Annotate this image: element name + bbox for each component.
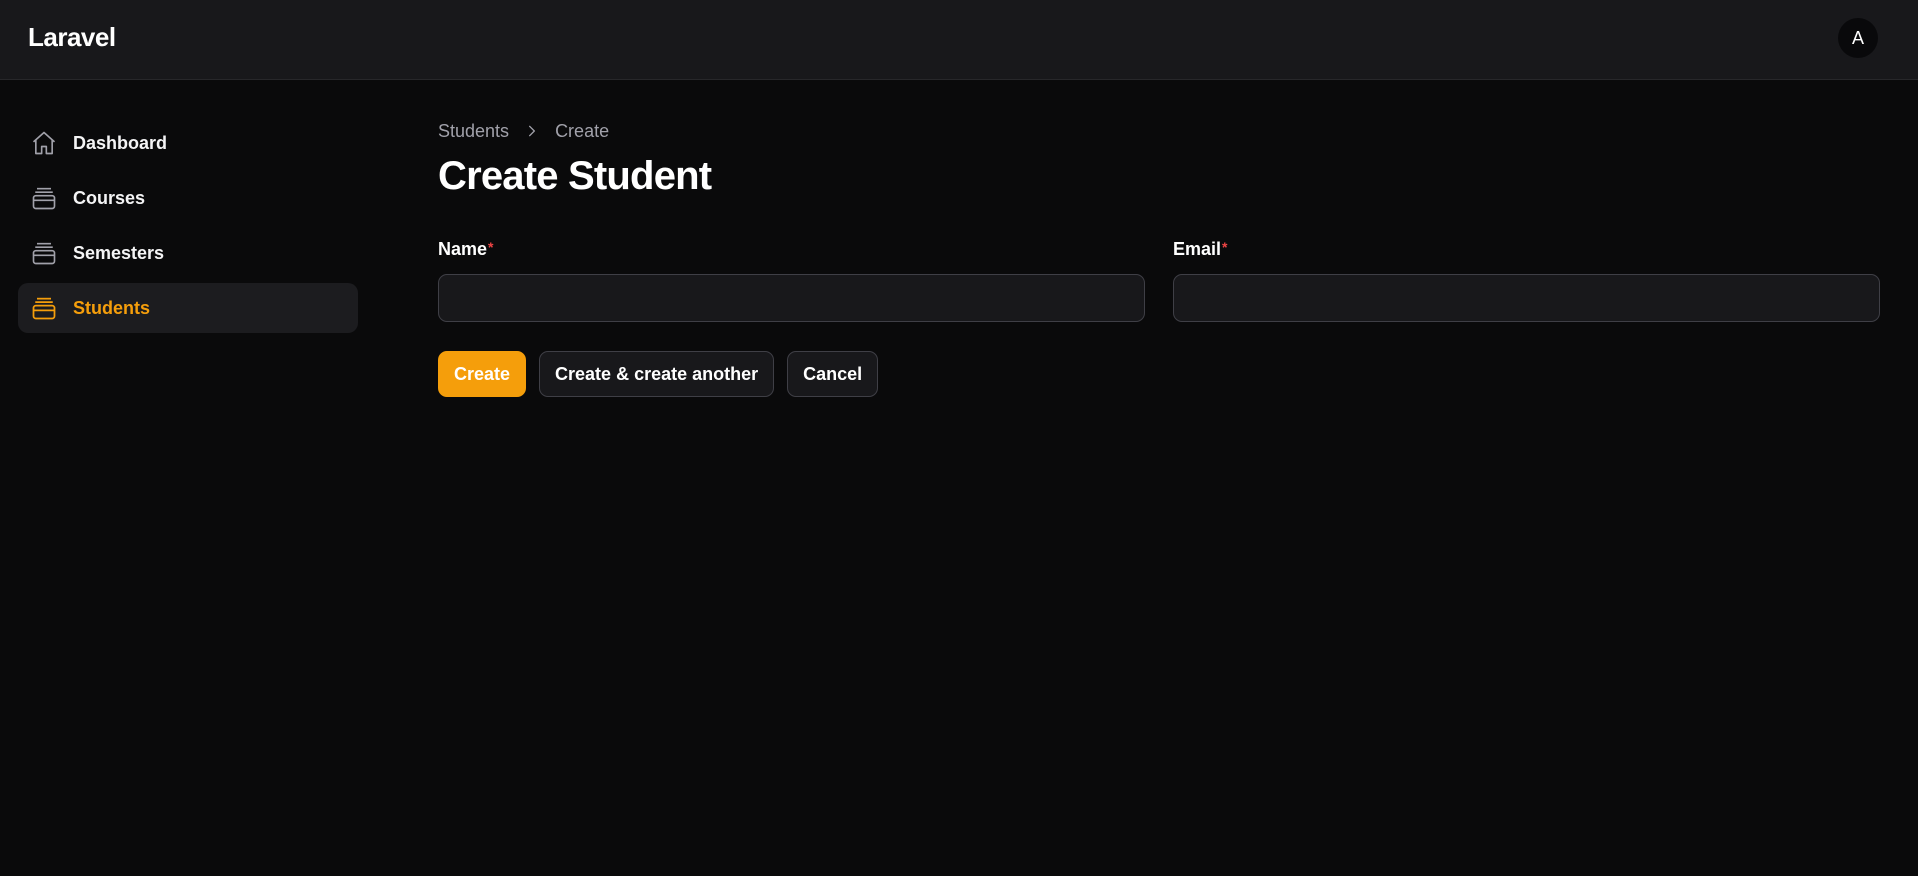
create-button[interactable]: Create bbox=[438, 351, 527, 397]
required-marker: * bbox=[488, 239, 494, 255]
sidebar-item-label: Courses bbox=[73, 187, 146, 208]
create-another-button[interactable]: Create & create another bbox=[539, 351, 775, 397]
sidebar-item-courses[interactable]: Courses bbox=[18, 173, 358, 223]
stack-icon bbox=[30, 239, 58, 267]
create-student-form: Name* Email* bbox=[438, 239, 1880, 322]
name-field-group: Name* bbox=[438, 239, 1145, 322]
name-label-text: Name bbox=[438, 239, 488, 259]
email-input[interactable] bbox=[1173, 274, 1880, 322]
sidebar-item-label: Students bbox=[73, 297, 151, 318]
chevron-right-icon bbox=[525, 124, 539, 138]
breadcrumb: Students Create bbox=[438, 118, 1880, 144]
sidebar-item-label: Semesters bbox=[73, 242, 165, 263]
sidebar-item-label: Dashboard bbox=[73, 132, 168, 153]
email-label-text: Email bbox=[1173, 239, 1222, 259]
breadcrumb-current: Create bbox=[555, 120, 610, 141]
required-marker: * bbox=[1222, 239, 1228, 255]
sidebar-item-students[interactable]: Students bbox=[18, 283, 358, 333]
sidebar-item-dashboard[interactable]: Dashboard bbox=[18, 118, 358, 168]
sidebar-item-semesters[interactable]: Semesters bbox=[18, 228, 358, 278]
name-input[interactable] bbox=[438, 274, 1145, 322]
email-label: Email* bbox=[1173, 239, 1227, 259]
page-title: Create Student bbox=[438, 154, 712, 198]
stack-icon bbox=[30, 184, 58, 212]
breadcrumb-link-students[interactable]: Students bbox=[438, 121, 509, 142]
top-bar: Laravel A bbox=[0, 0, 1918, 80]
name-label: Name* bbox=[438, 239, 493, 259]
home-icon bbox=[30, 129, 58, 157]
email-field-group: Email* bbox=[1173, 239, 1880, 322]
brand-logo[interactable]: Laravel bbox=[28, 22, 116, 53]
main-content: Students Create Create Student Name* Ema… bbox=[438, 118, 1880, 397]
form-actions: Create Create & create another Cancel bbox=[438, 351, 1880, 397]
cancel-button[interactable]: Cancel bbox=[787, 351, 879, 397]
user-avatar[interactable]: A bbox=[1838, 18, 1878, 58]
sidebar: Dashboard Courses Semesters Students bbox=[18, 118, 358, 338]
stack-icon bbox=[30, 294, 58, 322]
